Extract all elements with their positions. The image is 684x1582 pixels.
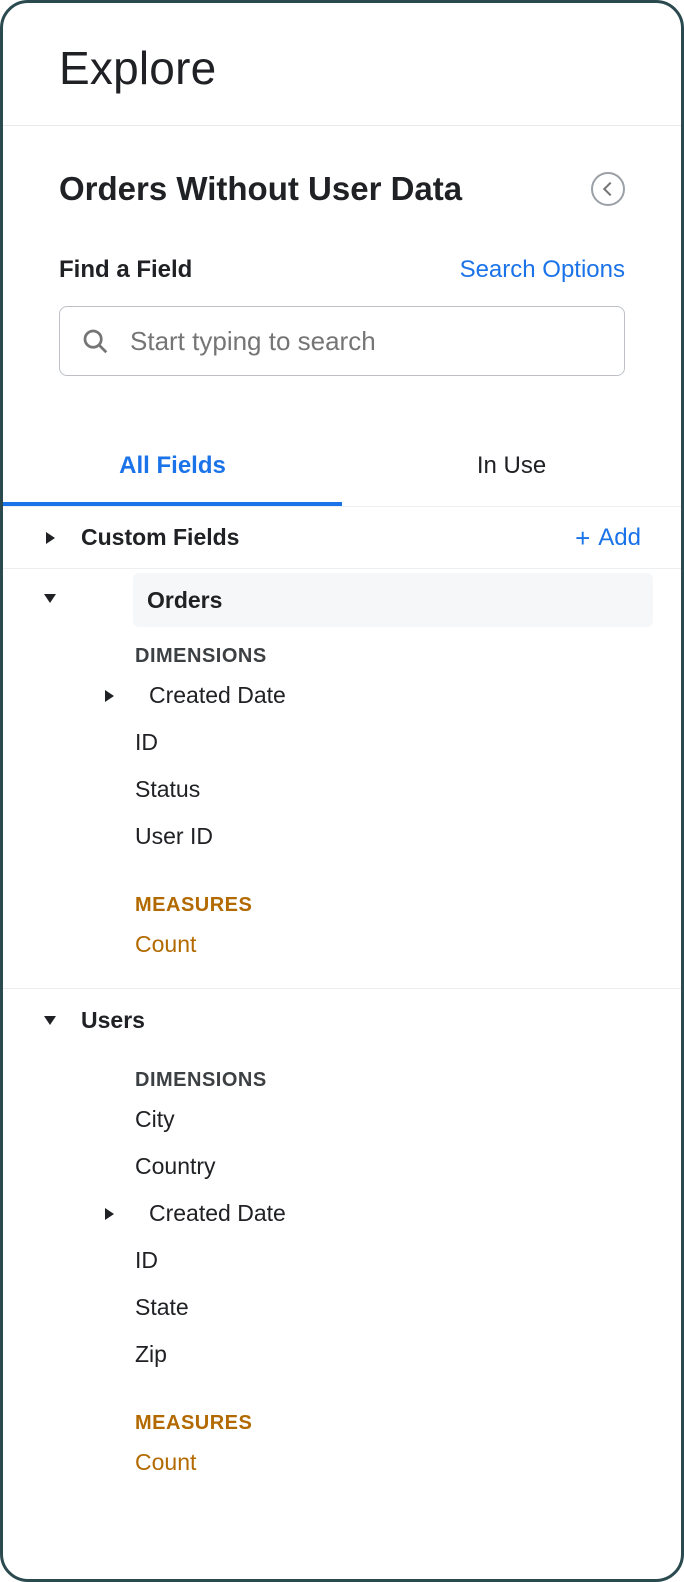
field-dimension[interactable]: Created Date [3, 1190, 681, 1237]
caret-right-icon [37, 532, 63, 544]
add-label: Add [598, 524, 641, 552]
field-measure[interactable]: Count [3, 921, 681, 968]
field-label: Count [135, 931, 196, 958]
field-picker-tabs: All Fields In Use [3, 432, 681, 507]
field-dimension[interactable]: User ID [3, 813, 681, 860]
header: Explore [3, 3, 681, 126]
measures-header: MEASURES [3, 860, 681, 921]
tab-all-fields[interactable]: All Fields [3, 432, 342, 506]
find-field-label: Find a Field [59, 256, 192, 284]
field-label: Country [135, 1153, 216, 1180]
add-custom-field-button[interactable]: + Add [575, 524, 647, 552]
field-dimension[interactable]: ID [3, 1237, 681, 1284]
dimensions-header: DIMENSIONS [3, 627, 681, 672]
custom-fields-label: Custom Fields [81, 524, 239, 551]
search-input[interactable] [128, 325, 604, 358]
field-label: Count [135, 1449, 196, 1476]
field-label: Zip [135, 1341, 167, 1368]
view-name: Users [81, 1007, 145, 1034]
search-icon [80, 326, 110, 356]
field-measure[interactable]: Count [3, 1439, 681, 1486]
find-field-row: Find a Field Search Options [59, 256, 625, 284]
field-label: Created Date [149, 1200, 286, 1227]
measures-header: MEASURES [3, 1378, 681, 1439]
view-orders: Orders DIMENSIONS Created Date ID Status… [3, 569, 681, 988]
field-dimension[interactable]: City [3, 1096, 681, 1143]
view-header-users[interactable]: Users [3, 989, 681, 1051]
field-label: State [135, 1294, 189, 1321]
chevron-left-icon [602, 182, 616, 196]
page-title: Explore [59, 41, 625, 95]
field-dimension[interactable]: State [3, 1284, 681, 1331]
panel-header: Orders Without User Data Find a Field Se… [3, 126, 681, 376]
field-label: Status [135, 776, 200, 803]
collapse-panel-button[interactable] [591, 172, 625, 206]
plus-icon: + [575, 525, 590, 551]
search-box[interactable] [59, 306, 625, 376]
field-dimension[interactable]: ID [3, 719, 681, 766]
field-label: City [135, 1106, 175, 1133]
view-users: Users DIMENSIONS City Country Created Da… [3, 988, 681, 1506]
section-custom-fields[interactable]: Custom Fields + Add [3, 507, 681, 569]
view-name: Orders [147, 587, 222, 614]
field-dimension[interactable]: Created Date [3, 672, 681, 719]
explore-field-picker: Explore Orders Without User Data Find a … [0, 0, 684, 1582]
panel-title-row: Orders Without User Data [59, 170, 625, 208]
field-dimension[interactable]: Zip [3, 1331, 681, 1378]
search-options-link[interactable]: Search Options [460, 256, 625, 284]
field-label: Created Date [149, 682, 286, 709]
dimensions-header: DIMENSIONS [3, 1051, 681, 1096]
caret-down-icon [37, 1016, 63, 1025]
tab-in-use[interactable]: In Use [342, 432, 681, 506]
field-label: User ID [135, 823, 213, 850]
field-dimension[interactable]: Country [3, 1143, 681, 1190]
field-label: ID [135, 1247, 158, 1274]
field-tree: Custom Fields + Add Orders DIMENSIONS Cr… [3, 507, 681, 1579]
explore-name: Orders Without User Data [59, 170, 462, 208]
caret-right-icon [97, 1208, 121, 1220]
view-header-orders[interactable]: Orders [133, 573, 653, 627]
field-dimension[interactable]: Status [3, 766, 681, 813]
caret-down-icon[interactable] [37, 594, 63, 603]
caret-right-icon [97, 690, 121, 702]
field-label: ID [135, 729, 158, 756]
